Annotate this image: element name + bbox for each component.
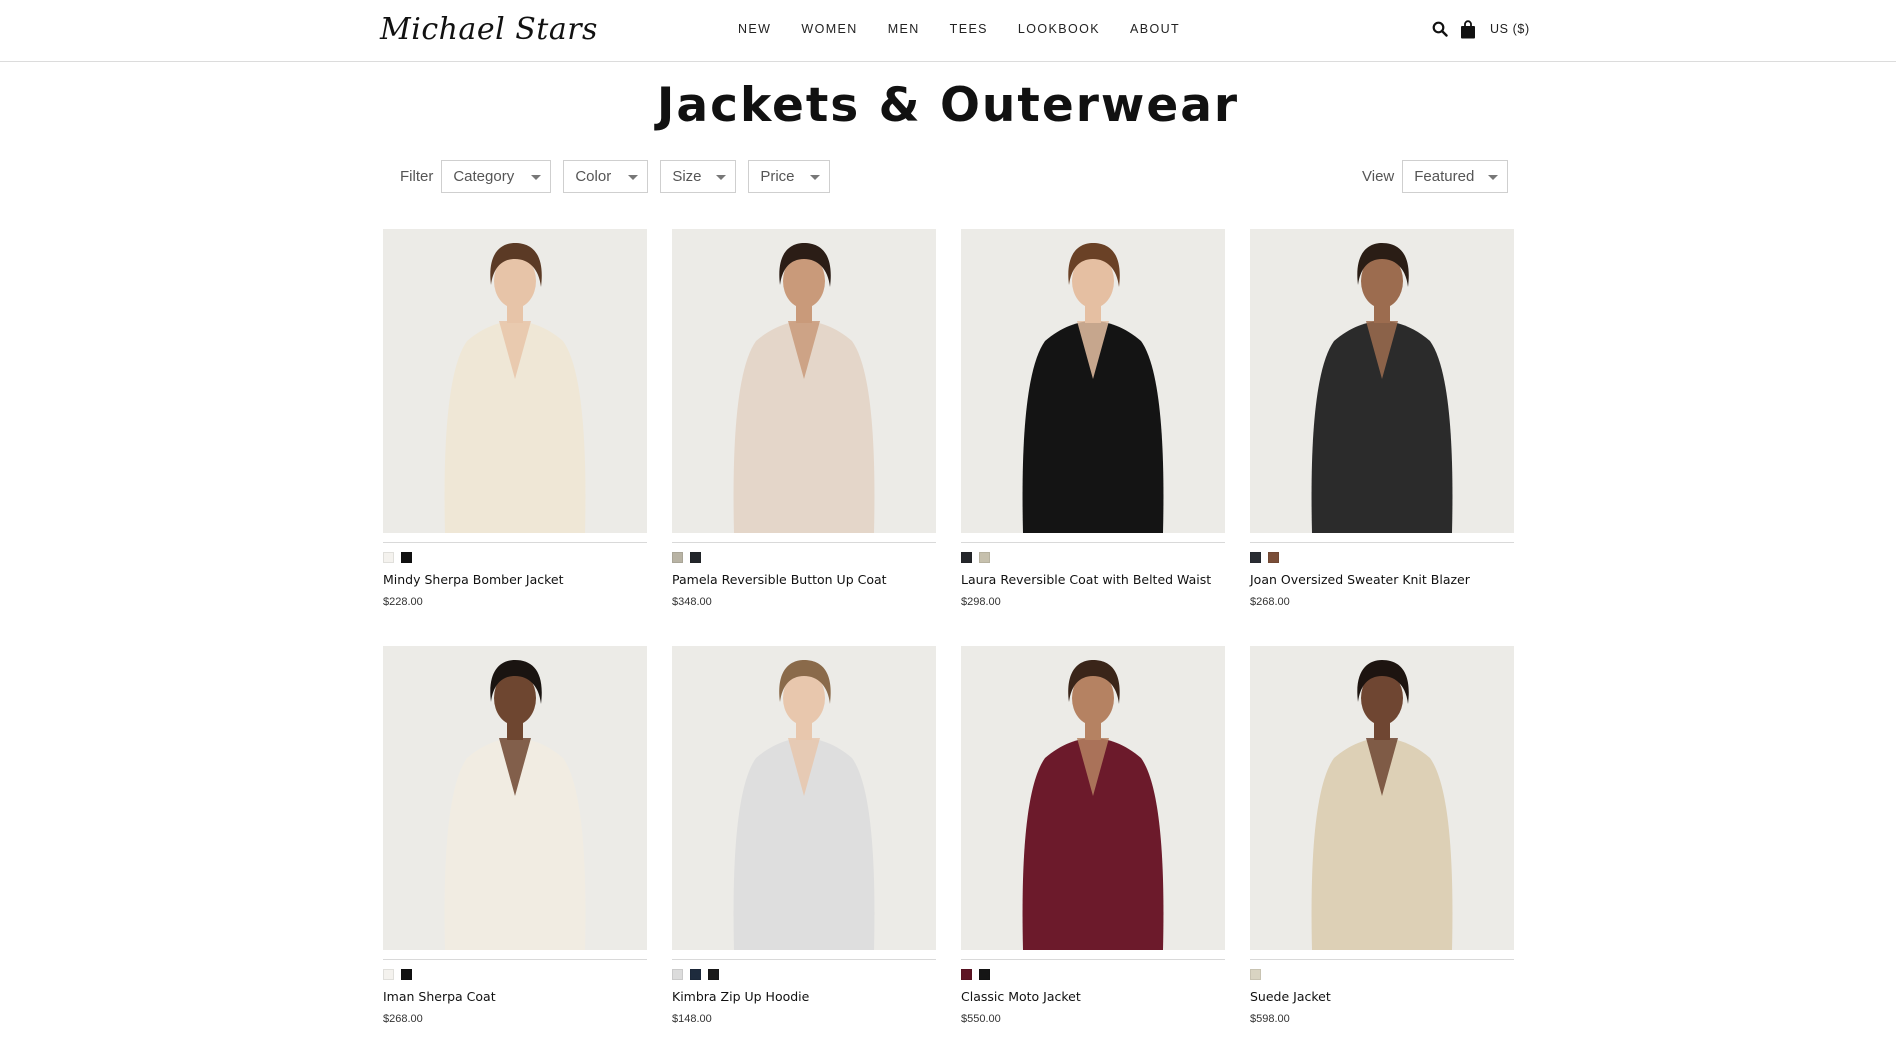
filter-category-label: Category: [453, 168, 515, 185]
color-swatches: [961, 969, 1225, 981]
color-swatches: [1250, 969, 1514, 981]
filter-color-label: Color: [575, 168, 612, 185]
color-swatch[interactable]: [690, 969, 701, 980]
product-image[interactable]: [672, 646, 936, 950]
caret-down-icon: [1488, 175, 1499, 180]
filter-size[interactable]: Size: [660, 160, 737, 193]
product-price: $598.00: [1250, 1013, 1290, 1025]
caret-down-icon: [810, 175, 821, 180]
color-swatch[interactable]: [401, 552, 412, 563]
filter-category[interactable]: Category: [441, 160, 552, 193]
color-swatch[interactable]: [672, 969, 683, 980]
color-swatches: [961, 552, 1225, 564]
color-swatches: [1250, 552, 1514, 564]
color-swatch[interactable]: [383, 552, 394, 563]
product-name[interactable]: Suede Jacket: [1250, 989, 1514, 1004]
product-card[interactable]: Pamela Reversible Button Up Coat $348.00: [672, 229, 936, 608]
product-card[interactable]: Mindy Sherpa Bomber Jacket $228.00: [383, 229, 647, 608]
brand-logo[interactable]: Michael Stars: [380, 10, 610, 50]
product-name[interactable]: Iman Sherpa Coat: [383, 989, 647, 1004]
nav-men[interactable]: MEN: [888, 22, 920, 36]
product-card[interactable]: Suede Jacket $598.00: [1250, 646, 1514, 1025]
product-price: $268.00: [1250, 596, 1290, 608]
nav-women[interactable]: WOMEN: [801, 22, 857, 36]
color-swatch[interactable]: [1250, 552, 1261, 563]
color-swatch[interactable]: [979, 969, 990, 980]
site-header: Michael Stars NEW WOMEN MEN TEES LOOKBOO…: [0, 0, 1896, 62]
filter-color[interactable]: Color: [563, 160, 649, 193]
view-label: View: [1362, 168, 1395, 185]
product-name[interactable]: Joan Oversized Sweater Knit Blazer: [1250, 572, 1514, 587]
product-image[interactable]: [961, 229, 1225, 533]
nav-new[interactable]: NEW: [738, 22, 771, 36]
nav-lookbook[interactable]: LOOKBOOK: [1018, 22, 1100, 36]
color-swatches: [383, 969, 647, 981]
product-price: $268.00: [383, 1013, 423, 1025]
product-image[interactable]: [672, 229, 936, 533]
search-icon[interactable]: [1430, 18, 1450, 40]
filter-price-label: Price: [760, 168, 795, 185]
filter-label: Filter: [400, 168, 434, 185]
color-swatch[interactable]: [961, 969, 972, 980]
color-swatch[interactable]: [690, 552, 701, 563]
view-bar: View Featured: [1362, 160, 1509, 193]
color-swatch[interactable]: [961, 552, 972, 563]
product-price: $148.00: [672, 1013, 712, 1025]
divider: [383, 959, 647, 960]
color-swatch[interactable]: [1268, 552, 1279, 563]
product-image[interactable]: [961, 646, 1225, 950]
divider: [1250, 959, 1514, 960]
header-actions: US ($): [1430, 18, 1530, 40]
color-swatches: [672, 969, 936, 981]
product-name[interactable]: Mindy Sherpa Bomber Jacket: [383, 572, 647, 587]
divider: [1250, 542, 1514, 543]
product-card[interactable]: Laura Reversible Coat with Belted Waist $…: [961, 229, 1225, 608]
product-image[interactable]: [1250, 229, 1514, 533]
currency-selector[interactable]: US ($): [1490, 22, 1530, 36]
product-price: $228.00: [383, 596, 423, 608]
divider: [961, 542, 1225, 543]
divider: [672, 542, 936, 543]
filter-price[interactable]: Price: [748, 160, 831, 193]
shopping-bag-icon[interactable]: [1458, 18, 1478, 40]
product-price: $550.00: [961, 1013, 1001, 1025]
color-swatch[interactable]: [401, 969, 412, 980]
color-swatch[interactable]: [1250, 969, 1261, 980]
color-swatch[interactable]: [979, 552, 990, 563]
divider: [672, 959, 936, 960]
color-swatches: [383, 552, 647, 564]
nav-tees[interactable]: TEES: [950, 22, 988, 36]
divider: [961, 959, 1225, 960]
caret-down-icon: [628, 175, 639, 180]
product-image[interactable]: [383, 229, 647, 533]
color-swatch[interactable]: [383, 969, 394, 980]
sort-select[interactable]: Featured: [1402, 160, 1509, 193]
color-swatch[interactable]: [708, 969, 719, 980]
filter-bar: Filter Category Color Size Price: [400, 160, 842, 193]
color-swatch[interactable]: [672, 552, 683, 563]
page-title: Jackets & Outerwear: [656, 78, 1240, 133]
product-name[interactable]: Classic Moto Jacket: [961, 989, 1225, 1004]
filter-size-label: Size: [672, 168, 702, 185]
color-swatches: [672, 552, 936, 564]
product-price: $348.00: [672, 596, 712, 608]
sort-selected: Featured: [1414, 168, 1475, 185]
product-card[interactable]: Classic Moto Jacket $550.00: [961, 646, 1225, 1025]
main-nav: NEW WOMEN MEN TEES LOOKBOOK ABOUT: [738, 22, 1210, 36]
product-name[interactable]: Laura Reversible Coat with Belted Waist: [961, 572, 1225, 587]
divider: [383, 542, 647, 543]
nav-about[interactable]: ABOUT: [1130, 22, 1180, 36]
product-card[interactable]: Kimbra Zip Up Hoodie $148.00: [672, 646, 936, 1025]
product-name[interactable]: Pamela Reversible Button Up Coat: [672, 572, 936, 587]
product-image[interactable]: [383, 646, 647, 950]
product-image[interactable]: [1250, 646, 1514, 950]
product-price: $298.00: [961, 596, 1001, 608]
product-name[interactable]: Kimbra Zip Up Hoodie: [672, 989, 936, 1004]
product-card[interactable]: Iman Sherpa Coat $268.00: [383, 646, 647, 1025]
caret-down-icon: [531, 175, 542, 180]
caret-down-icon: [716, 175, 727, 180]
product-card[interactable]: Joan Oversized Sweater Knit Blazer $268.0…: [1250, 229, 1514, 608]
